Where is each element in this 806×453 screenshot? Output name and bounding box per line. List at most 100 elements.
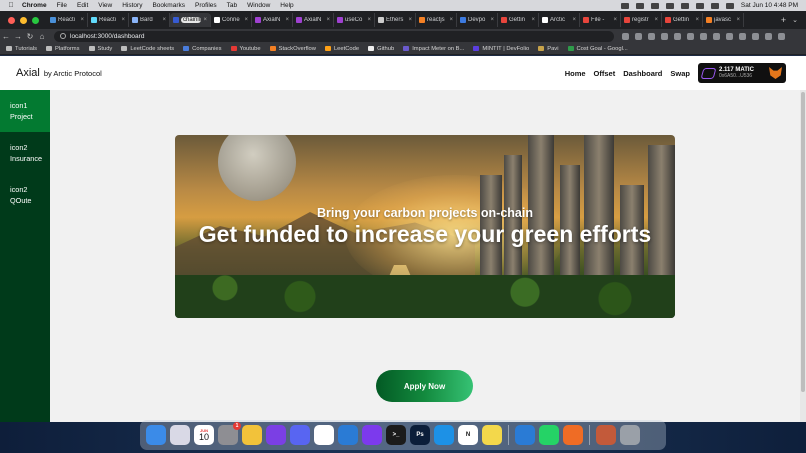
chrome-app-icon[interactable] <box>242 425 262 445</box>
browser-tab[interactable]: Reacti × <box>47 13 88 27</box>
apple-icon[interactable]:  <box>0 2 22 9</box>
tab-close-icon[interactable]: × <box>654 17 658 23</box>
back-icon[interactable]: ← <box>0 32 12 41</box>
wallet-button[interactable]: 2.117 MATIC 0x6A50...U536 <box>698 63 786 83</box>
kebab-menu-icon[interactable] <box>778 32 785 40</box>
extension-icon[interactable] <box>726 32 733 40</box>
menu-view[interactable]: View <box>98 2 112 9</box>
new-tab-button[interactable]: + <box>775 15 792 25</box>
postman-app-icon[interactable] <box>563 425 583 445</box>
browser-tab[interactable]: javasc × <box>703 13 744 27</box>
menu-chrome[interactable]: Chrome <box>22 2 47 9</box>
notion-app-icon[interactable]: N <box>458 425 478 445</box>
extension-icon[interactable] <box>661 32 668 40</box>
bookmark-star-icon[interactable] <box>635 32 642 40</box>
browser-tab[interactable]: Gettin × <box>498 13 539 27</box>
control-center-icon[interactable] <box>725 2 734 9</box>
status-icon[interactable] <box>620 2 629 9</box>
sidebar-item-insurance[interactable]: icon2 Insurance <box>0 132 50 174</box>
finder-app-icon[interactable] <box>146 425 166 445</box>
tab-close-icon[interactable]: × <box>285 17 289 23</box>
browser-tab[interactable]: registr × <box>621 13 662 27</box>
browser-tab[interactable]: Reacti × <box>88 13 129 27</box>
bookmark-item[interactable]: Study <box>88 46 112 52</box>
search-icon[interactable] <box>710 2 719 9</box>
bookmark-item[interactable]: StackOverflow <box>269 46 316 52</box>
nav-swap[interactable]: Swap <box>670 69 690 78</box>
browser-tab[interactable]: AxialN × <box>252 13 293 27</box>
calendar-app-icon[interactable]: JUN 10 <box>194 425 214 445</box>
tab-close-icon[interactable]: × <box>162 17 166 23</box>
battery-icon[interactable] <box>680 2 689 9</box>
bookmark-item[interactable]: Companies <box>183 46 222 52</box>
menu-profiles[interactable]: Profiles <box>195 2 217 9</box>
menu-window[interactable]: Window <box>247 2 270 9</box>
tab-close-icon[interactable]: × <box>695 17 699 23</box>
browser-tab[interactable]: Gettin × <box>662 13 703 27</box>
extension-icon[interactable] <box>713 32 720 40</box>
discord-app-icon[interactable] <box>290 425 310 445</box>
tab-close-icon[interactable]: × <box>367 17 371 23</box>
extension-icon[interactable] <box>648 32 655 40</box>
tab-close-icon[interactable]: × <box>736 17 740 23</box>
browser-tab[interactable]: reactjs × <box>416 13 457 27</box>
extension-icon[interactable] <box>674 32 681 40</box>
bookmark-item[interactable]: Youtube <box>230 46 261 52</box>
browser-tab[interactable]: File - × <box>580 13 621 27</box>
tab-close-icon[interactable]: × <box>531 17 535 23</box>
minimize-window-button[interactable] <box>20 16 27 24</box>
menu-tab[interactable]: Tab <box>227 2 237 9</box>
github-desktop-app-icon[interactable] <box>266 425 286 445</box>
brand-logo[interactable]: Axial by Arctic Protocol <box>16 67 102 79</box>
tab-close-icon[interactable]: × <box>490 17 494 23</box>
bookmark-item[interactable]: Cost Goal - Googl... <box>567 46 628 52</box>
close-window-button[interactable] <box>8 16 15 24</box>
vscode-app-icon[interactable] <box>338 425 358 445</box>
browser-tab[interactable]: chainlink× <box>170 13 211 27</box>
site-info-icon[interactable] <box>60 33 66 39</box>
cloud-icon[interactable] <box>650 2 659 9</box>
menu-bookmarks[interactable]: Bookmarks <box>152 2 185 9</box>
forward-icon[interactable]: → <box>12 32 24 41</box>
menu-clock[interactable]: Sat Jun 10 4:48 PM <box>741 2 798 9</box>
docker-app-icon[interactable] <box>434 425 454 445</box>
browser-tab[interactable]: AxialN × <box>293 13 334 27</box>
notes-app-icon[interactable] <box>482 425 502 445</box>
wifi-icon[interactable] <box>695 2 704 9</box>
bookmark-item[interactable]: Pavi <box>538 46 559 52</box>
bookmark-item[interactable]: LeetCode sheets <box>121 46 174 52</box>
puzzle-icon[interactable] <box>739 32 746 40</box>
apply-now-button[interactable]: Apply Now <box>376 370 473 402</box>
figma-like-app-icon[interactable] <box>362 425 382 445</box>
terminal-app-icon[interactable]: >_ <box>386 425 406 445</box>
share-icon[interactable] <box>622 32 629 40</box>
trash-app-icon[interactable] <box>620 425 640 445</box>
extension-icon[interactable] <box>700 32 707 40</box>
bookmark-item[interactable]: MINTIT | DevFolio <box>473 46 529 52</box>
browser-tab[interactable]: Ethers × <box>375 13 416 27</box>
tab-close-icon[interactable]: × <box>326 17 330 23</box>
tab-close-icon[interactable]: × <box>572 17 576 23</box>
tab-close-icon[interactable]: × <box>80 17 84 23</box>
system-settings-app-icon[interactable]: 1 <box>218 422 241 445</box>
sidebar-item-quote[interactable]: icon2 QOute <box>0 174 50 216</box>
menu-help[interactable]: Help <box>280 2 293 9</box>
tab-close-icon[interactable]: × <box>203 17 207 23</box>
bookmark-item[interactable]: Platforms <box>46 46 80 52</box>
tab-close-icon[interactable]: × <box>121 17 125 23</box>
browser-tab[interactable]: Bard × <box>129 13 170 27</box>
sidebar-item-project[interactable]: icon1 Project <box>0 90 50 132</box>
bookmark-item[interactable]: Tutorials <box>6 46 37 52</box>
home-icon[interactable]: ⌂ <box>36 32 48 41</box>
bookmark-item[interactable]: LeetCode <box>324 46 359 52</box>
menu-history[interactable]: History <box>122 2 142 9</box>
browser-tab[interactable]: Conne × <box>211 13 252 27</box>
nav-home[interactable]: Home <box>565 69 586 78</box>
sidepanel-icon[interactable] <box>752 32 759 40</box>
tab-search-icon[interactable]: ⌄ <box>792 16 806 24</box>
tab-close-icon[interactable]: × <box>408 17 412 23</box>
reload-icon[interactable]: ↻ <box>24 32 36 41</box>
photos-app-icon[interactable] <box>596 425 616 445</box>
vscode-recent-app-icon[interactable] <box>515 425 535 445</box>
menu-file[interactable]: File <box>57 2 67 9</box>
